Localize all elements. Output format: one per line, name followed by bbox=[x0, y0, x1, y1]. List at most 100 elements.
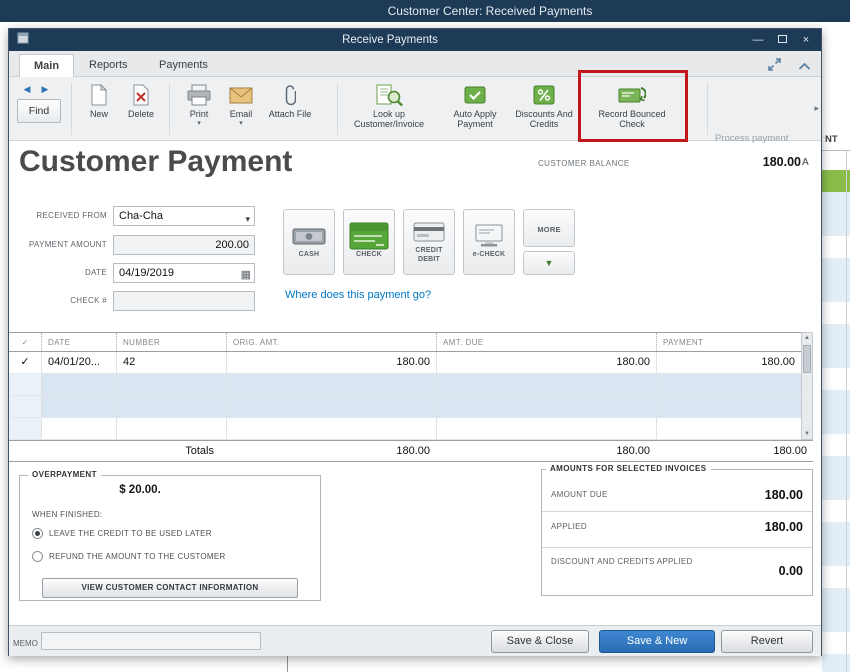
back-button[interactable]: ◀ bbox=[19, 82, 35, 96]
payment-method-cash[interactable]: CASH bbox=[283, 209, 335, 275]
payment-amount-value: 200.00 bbox=[215, 239, 249, 251]
totals-amt-due: 180.00 bbox=[616, 445, 650, 457]
memo-input[interactable] bbox=[41, 632, 261, 650]
table-row-empty[interactable] bbox=[9, 396, 813, 418]
scroll-down-icon[interactable]: ▼ bbox=[802, 431, 812, 437]
email-button[interactable]: Email ▾ bbox=[221, 83, 261, 127]
overpayment-amount: $ 20.00. bbox=[119, 484, 161, 496]
cell-date[interactable]: 04/01/20... bbox=[41, 352, 116, 373]
scrollbar-thumb[interactable] bbox=[803, 345, 811, 373]
header-checkmark-icon: ✓ bbox=[21, 338, 29, 347]
option-refund-amount[interactable]: REFUND THE AMOUNT TO THE CUSTOMER bbox=[32, 551, 226, 562]
window-icon bbox=[17, 31, 29, 49]
payment-method-credit-debit[interactable]: CREDIT DEBIT bbox=[403, 209, 455, 275]
lookup-customer-invoice-button[interactable]: Look up Customer/Invoice bbox=[343, 83, 435, 130]
save-and-new-button[interactable]: Save & New bbox=[599, 630, 715, 653]
header-amt-due[interactable]: AMT. DUE bbox=[436, 333, 656, 351]
cell-amt-due[interactable]: 180.00 bbox=[436, 352, 656, 373]
discount-credits-row: DISCOUNT AND CREDITS APPLIED 0.00 bbox=[551, 557, 803, 578]
view-customer-contact-button[interactable]: VIEW CUSTOMER CONTACT INFORMATION bbox=[42, 578, 298, 598]
auto-apply-icon bbox=[463, 83, 487, 107]
save-and-close-button[interactable]: Save & Close bbox=[491, 630, 589, 653]
print-dropdown-arrow-icon[interactable]: ▾ bbox=[197, 120, 201, 127]
applied-value: 180.00 bbox=[764, 520, 803, 534]
table-header-row: ✓ DATE NUMBER ORIG. AMT. AMT. DUE PAYMEN… bbox=[9, 332, 813, 352]
scroll-up-icon[interactable]: ▲ bbox=[802, 335, 812, 341]
payment-method-more[interactable]: MORE bbox=[523, 209, 575, 247]
header-payment[interactable]: PAYMENT bbox=[656, 333, 801, 351]
customer-balance-value: 180.00 bbox=[762, 155, 801, 169]
receive-payments-window: Receive Payments — × Main Reports Paymen… bbox=[8, 28, 822, 656]
envelope-icon bbox=[229, 83, 253, 107]
find-label: Find bbox=[28, 105, 50, 117]
dropdown-arrow-icon[interactable]: ▾ bbox=[245, 210, 250, 228]
tab-reports[interactable]: Reports bbox=[75, 54, 142, 77]
table-row-selected[interactable]: ✓ 04/01/20... 42 180.00 180.00 180.00 bbox=[9, 352, 813, 374]
discount-credits-value: 0.00 bbox=[778, 564, 803, 578]
background-window-titlebar: Customer Center: Received Payments bbox=[0, 0, 850, 22]
payment-amount-field[interactable]: 200.00 bbox=[113, 235, 255, 255]
tab-main[interactable]: Main bbox=[19, 54, 75, 77]
print-button[interactable]: Print ▾ bbox=[177, 83, 221, 127]
payment-method-check[interactable]: CHECK bbox=[343, 209, 395, 275]
credit-card-icon bbox=[413, 220, 445, 244]
radio-unselected-icon[interactable] bbox=[32, 551, 43, 562]
partial-toolbar-label: A bbox=[802, 157, 809, 168]
revert-button[interactable]: Revert bbox=[721, 630, 813, 653]
collapse-ribbon-icon[interactable] bbox=[798, 58, 811, 76]
forward-button[interactable]: ▶ bbox=[37, 82, 53, 96]
received-from-dropdown[interactable]: Cha-Cha ▾ bbox=[113, 206, 255, 226]
toolbar-overflow-icon[interactable]: ▸ bbox=[814, 103, 819, 114]
maximize-button[interactable] bbox=[775, 33, 789, 47]
background-partial-column-header: NT bbox=[825, 134, 838, 145]
check-number-field[interactable] bbox=[113, 291, 255, 311]
expand-window-icon[interactable] bbox=[767, 57, 782, 77]
background-window-bottom bbox=[0, 656, 822, 672]
calendar-icon[interactable]: ▦ bbox=[241, 266, 251, 284]
cell-payment[interactable]: 180.00 bbox=[656, 352, 801, 373]
header-number[interactable]: NUMBER bbox=[116, 333, 226, 351]
auto-apply-payment-button[interactable]: Auto Apply Payment bbox=[441, 83, 509, 130]
window-titlebar: Receive Payments — × bbox=[9, 29, 821, 51]
payment-method-echeck[interactable]: e-CHECK bbox=[463, 209, 515, 275]
table-row-empty[interactable] bbox=[9, 418, 813, 440]
header-orig-amt[interactable]: ORIG. AMT. bbox=[226, 333, 436, 351]
paperclip-icon bbox=[284, 83, 296, 107]
tab-bar: Main Reports Payments bbox=[9, 51, 821, 77]
cell-number[interactable]: 42 bbox=[116, 352, 226, 373]
minimize-button[interactable]: — bbox=[751, 33, 765, 47]
new-button[interactable]: New bbox=[79, 83, 119, 119]
find-button[interactable]: Find bbox=[17, 99, 61, 123]
cell-orig-amt[interactable]: 180.00 bbox=[226, 352, 436, 373]
more-down-arrow-icon: ▼ bbox=[544, 258, 554, 268]
process-payment-section-label: Process payment bbox=[715, 133, 789, 144]
tab-payments[interactable]: Payments bbox=[145, 54, 222, 77]
totals-label: Totals bbox=[185, 445, 214, 457]
delete-page-icon bbox=[132, 83, 150, 107]
check-number-label: CHECK # bbox=[70, 296, 107, 305]
payment-method-more-dropdown[interactable]: ▼ bbox=[523, 251, 575, 275]
printer-icon bbox=[187, 83, 211, 107]
footer-bar: MEMO Save & Close Save & New Revert bbox=[9, 625, 821, 656]
option-leave-credit[interactable]: LEAVE THE CREDIT TO BE USED LATER bbox=[32, 528, 212, 539]
discounts-and-credits-button[interactable]: Discounts And Credits bbox=[513, 83, 575, 130]
header-date[interactable]: DATE bbox=[41, 333, 116, 351]
table-row-empty[interactable] bbox=[9, 374, 813, 396]
toolbar-separator bbox=[337, 83, 338, 135]
email-dropdown-arrow-icon[interactable]: ▾ bbox=[239, 120, 243, 127]
amount-due-row: AMOUNT DUE 180.00 bbox=[542, 470, 812, 512]
where-payment-goes-link[interactable]: Where does this payment go? bbox=[285, 289, 431, 301]
background-table-edge: NT bbox=[822, 22, 850, 672]
date-field[interactable]: 04/19/2019 ▦ bbox=[113, 263, 255, 283]
attach-file-button[interactable]: Attach File bbox=[267, 83, 313, 119]
restore-icon bbox=[777, 35, 787, 43]
table-scrollbar[interactable]: ▲ ▼ bbox=[801, 332, 813, 440]
window-controls: — × bbox=[751, 33, 813, 47]
close-button[interactable]: × bbox=[799, 33, 813, 47]
toolbar-separator bbox=[71, 83, 72, 135]
radio-selected-icon[interactable] bbox=[32, 528, 43, 539]
row-checkmark-icon[interactable]: ✓ bbox=[9, 352, 41, 373]
record-bounced-check-button[interactable]: Record Bounced Check bbox=[587, 83, 677, 130]
delete-button[interactable]: Delete bbox=[121, 83, 161, 119]
amounts-for-selected-section: AMOUNTS FOR SELECTED INVOICES AMOUNT DUE… bbox=[541, 464, 813, 596]
